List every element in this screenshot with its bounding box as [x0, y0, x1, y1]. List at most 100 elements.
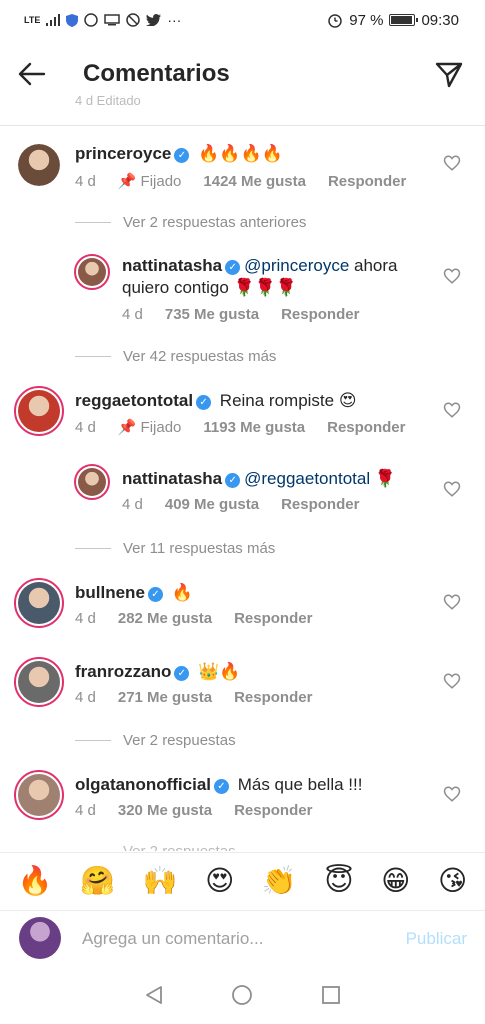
header: Comentarios — [0, 44, 485, 104]
username[interactable]: olgatanonofficial — [75, 775, 211, 794]
comment-body: 🔥🔥🔥🔥 — [193, 144, 283, 163]
avatar[interactable] — [14, 386, 64, 436]
emoji-shortcut[interactable]: 😘 — [438, 864, 467, 897]
comment-meta: 4 d 271 Me gusta Responder — [75, 689, 312, 706]
view-previous-replies-label[interactable]: Ver 2 respuestas anteriores — [123, 214, 306, 231]
avatar[interactable] — [14, 770, 64, 820]
likes-count[interactable]: 735 Me gusta — [165, 306, 259, 323]
like-heart-icon[interactable] — [443, 267, 461, 285]
username[interactable]: franrozzano — [75, 662, 171, 681]
nav-recents-icon[interactable] — [320, 984, 342, 1006]
like-heart-icon[interactable] — [443, 401, 461, 419]
emoji-shortcut[interactable]: 🤗 — [80, 864, 115, 897]
username[interactable]: bullnene — [75, 583, 145, 602]
like-heart-icon[interactable] — [443, 672, 461, 690]
verified-badge-icon: ✓ — [214, 779, 229, 794]
view-previous-replies[interactable]: Ver 2 respuestas anteriores — [75, 214, 306, 231]
view-replies-label[interactable]: Ver 2 respuestas — [123, 843, 236, 851]
comment-time: 4 d — [75, 689, 96, 706]
view-more-replies-label[interactable]: Ver 42 respuestas más — [123, 348, 276, 365]
like-heart-icon[interactable] — [443, 593, 461, 611]
view-more-replies[interactable]: Ver 11 respuestas más — [75, 540, 275, 557]
view-replies-label[interactable]: Ver 2 respuestas — [123, 732, 236, 749]
comment-body: 🔥 — [166, 583, 193, 602]
back-arrow-icon[interactable] — [16, 58, 48, 90]
avatar[interactable] — [18, 144, 60, 186]
view-more-replies-label[interactable]: Ver 11 respuestas más — [123, 540, 275, 557]
verified-badge-icon: ✓ — [225, 260, 241, 275]
likes-count[interactable]: 282 Me gusta — [118, 610, 212, 627]
comment-meta: 4 d 320 Me gusta Responder — [75, 802, 312, 819]
twitter-icon — [146, 14, 162, 26]
reply-button[interactable]: Responder — [281, 496, 359, 513]
comment-text: olgatanonofficial ✓ Más que bella !!! — [75, 774, 435, 796]
status-bar: LTE ··· 97 % 09:30 — [0, 0, 485, 40]
avatar[interactable] — [74, 254, 110, 290]
username[interactable]: nattinatasha — [122, 469, 222, 488]
pin-icon: 📌 — [117, 173, 137, 190]
username[interactable]: reggaetontotal — [75, 391, 193, 410]
comments-list[interactable]: princeroyce ✓ 🔥🔥🔥🔥 4 d 📌 Fijado 1424 Me gu… — [0, 126, 485, 851]
emoji-shortcut[interactable]: 😍 — [205, 864, 234, 897]
thread-line — [75, 356, 111, 357]
reply-button[interactable]: Responder — [234, 802, 312, 819]
comment-body: 👑🔥 — [193, 662, 241, 681]
like-heart-icon[interactable] — [443, 154, 461, 172]
view-replies[interactable]: Ver 2 respuestas — [75, 843, 236, 851]
vpn-shield-icon — [66, 13, 79, 27]
status-right: 97 % 09:30 — [327, 12, 459, 29]
nav-back-icon[interactable] — [143, 984, 165, 1006]
emoji-shortcut[interactable]: 😇 — [324, 864, 353, 897]
direct-send-icon[interactable] — [433, 58, 465, 90]
avatar[interactable] — [14, 657, 64, 707]
signal-icon — [46, 14, 61, 26]
comment-meta: 4 d 735 Me gusta Responder — [122, 306, 359, 323]
publish-button[interactable]: Publicar — [406, 929, 467, 949]
likes-count[interactable]: 1193 Me gusta — [203, 419, 305, 436]
like-heart-icon[interactable] — [443, 785, 461, 803]
comment-text: nattinatasha ✓ @reggaetontotal 🌹 — [122, 468, 432, 490]
comment-time: 4 d — [122, 496, 143, 513]
thread-line — [75, 222, 111, 223]
blocked-icon — [126, 13, 141, 27]
reply-button[interactable]: Responder — [327, 419, 405, 436]
comment-body: 🌹 — [370, 469, 396, 488]
comment-time: 4 d — [122, 306, 143, 323]
emoji-shortcut[interactable]: 🔥 — [18, 864, 53, 897]
username[interactable]: princeroyce — [75, 144, 171, 163]
alarm-icon — [328, 14, 342, 28]
thread-line — [75, 548, 111, 549]
whatsapp-icon — [84, 13, 99, 27]
view-more-replies[interactable]: Ver 42 respuestas más — [75, 348, 276, 365]
emoji-quick-bar: 🔥 🤗 🙌 😍 👏 😇 😁 😘 — [0, 852, 485, 908]
verified-badge-icon: ✓ — [196, 395, 212, 410]
reply-button[interactable]: Responder — [234, 610, 312, 627]
emoji-shortcut[interactable]: 😁 — [381, 864, 410, 897]
likes-count[interactable]: 271 Me gusta — [118, 689, 212, 706]
comment-meta: 4 d 📌 Fijado 1424 Me gusta Responder — [75, 172, 406, 191]
view-replies[interactable]: Ver 2 respuestas — [75, 732, 236, 749]
emoji-shortcut[interactable]: 🙌 — [143, 864, 178, 897]
page-title: Comentarios — [83, 60, 230, 87]
comment-text: nattinatasha ✓ @princeroyce ahora quiero c… — [122, 255, 432, 299]
nav-home-icon[interactable] — [231, 984, 253, 1006]
likes-count[interactable]: 320 Me gusta — [118, 802, 212, 819]
likes-count[interactable]: 1424 Me gusta — [203, 173, 306, 190]
status-left-icons: LTE ··· — [24, 12, 181, 28]
reply-button[interactable]: Responder — [234, 689, 312, 706]
like-heart-icon[interactable] — [443, 480, 461, 498]
avatar[interactable] — [14, 578, 64, 628]
mention-link[interactable]: @princeroyce — [244, 256, 349, 275]
caption-meta-faded: 4 d Editado — [75, 93, 141, 107]
thread-line — [75, 740, 111, 741]
likes-count[interactable]: 409 Me gusta — [165, 496, 259, 513]
comment-input[interactable] — [82, 925, 372, 953]
avatar[interactable] — [74, 464, 110, 500]
my-avatar — [19, 917, 61, 959]
comment-text: bullnene ✓ 🔥 — [75, 582, 435, 604]
reply-button[interactable]: Responder — [281, 306, 359, 323]
mention-link[interactable]: @reggaetontotal — [244, 469, 370, 488]
reply-button[interactable]: Responder — [328, 173, 406, 190]
username[interactable]: nattinatasha — [122, 256, 222, 275]
emoji-shortcut[interactable]: 👏 — [262, 864, 297, 897]
